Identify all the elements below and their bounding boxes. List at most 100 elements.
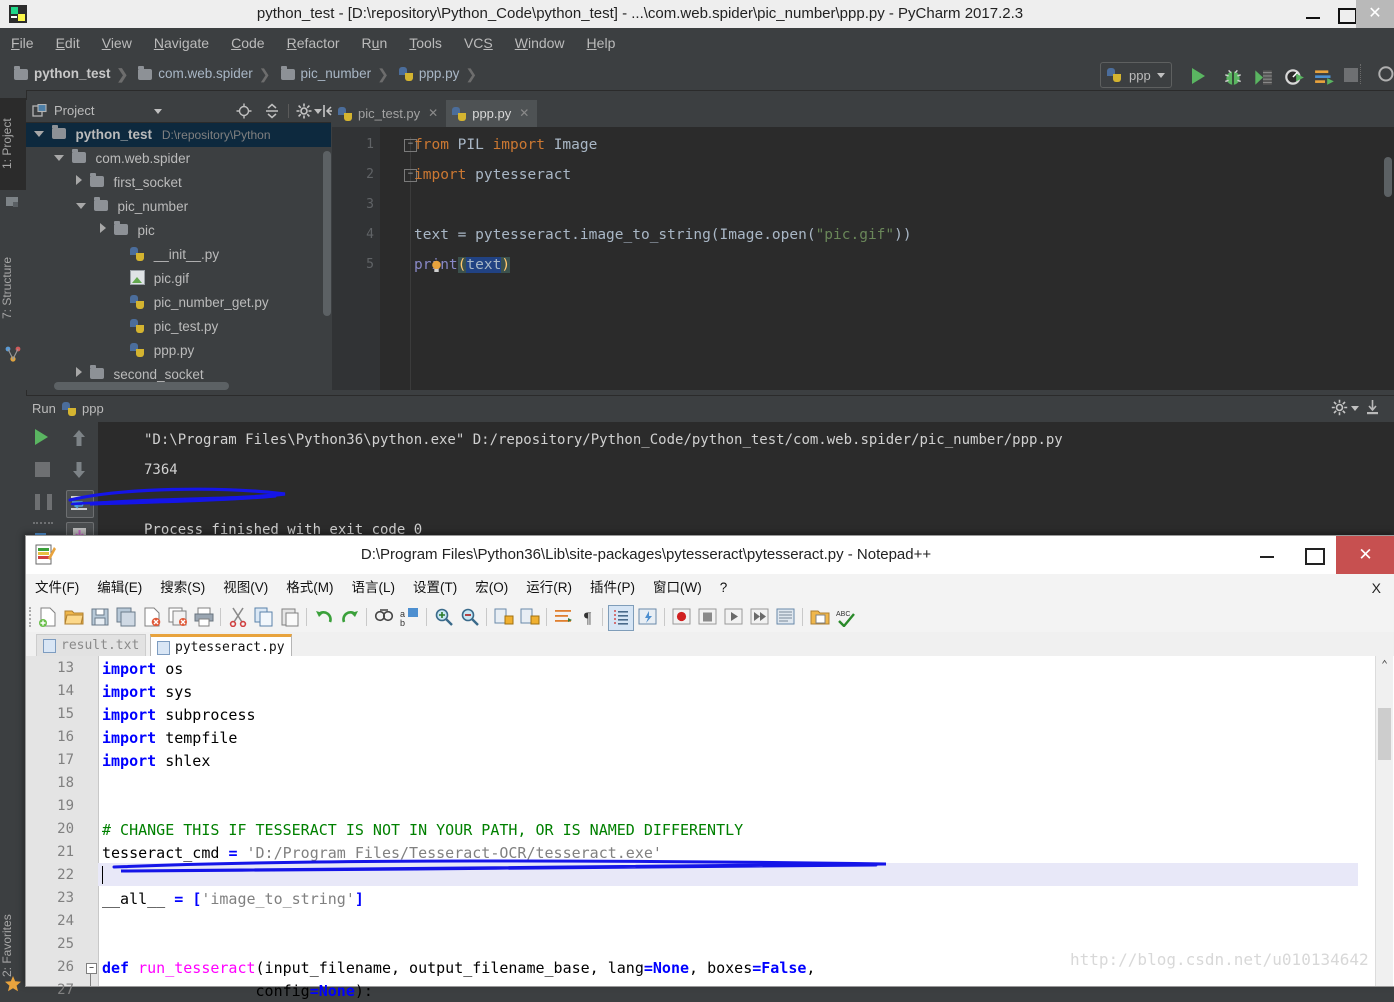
run-button[interactable] [1192,68,1214,90]
notepadpp-close-button[interactable]: ✕ [1336,536,1394,574]
toolbar-grip[interactable] [29,607,35,627]
run-configuration-selector[interactable]: ppp [1100,62,1172,88]
project-vertical-scrollbar[interactable] [323,151,331,316]
save-macro-icon[interactable] [776,607,796,627]
find-icon[interactable] [374,607,394,627]
pause-button[interactable] [35,494,52,513]
chevron-down-icon[interactable] [314,109,322,114]
show-all-chars-icon[interactable]: ¶ [580,607,600,627]
breadcrumb-item-pic_number[interactable]: pic_number ❯ [280,58,399,90]
word-wrap-icon[interactable] [554,607,574,627]
npp-menu-search[interactable]: 搜索(S) [151,574,214,602]
notepadpp-minimize-button[interactable] [1244,536,1290,574]
sync-scroll-h-icon[interactable] [520,607,540,627]
editor-gutter[interactable]: 1 2 3 4 5 [332,127,380,390]
npp-menu-plugins[interactable]: 插件(P) [581,574,644,602]
npp-menu-view[interactable]: 视图(V) [214,574,277,602]
debug-button[interactable] [1222,66,1244,88]
menu-window[interactable]: Window [504,28,576,58]
cut-icon[interactable] [228,607,248,627]
tree-item-pic_number[interactable]: pic_number [26,195,331,219]
npp-menu-edit[interactable]: 编辑(E) [88,574,151,602]
editor-tab-ppp-py[interactable]: ppp.py ✕ [446,100,538,129]
menu-run[interactable]: Run [351,28,399,58]
tree-item-ppp-py[interactable]: ppp.py [26,339,331,363]
locate-icon[interactable] [236,103,252,119]
npp-menu-file[interactable]: 文件(F) [26,574,88,602]
notepadpp-code-area[interactable]: 13 14 15 16 17 18 19 20 21 22 23 24 25 2… [26,656,1394,1000]
tree-item-pic-gif[interactable]: pic.gif [26,267,331,291]
stop-macro-icon[interactable] [698,607,718,627]
up-arrow-icon[interactable] [70,428,88,448]
play-macro-multiple-icon[interactable] [750,607,770,627]
npp-tab-result-txt[interactable]: result.txt [36,634,147,658]
redo-icon[interactable] [340,607,360,627]
npp-menu-run[interactable]: 运行(R) [517,574,581,602]
close-all-files-icon[interactable] [168,607,188,627]
open-folder-as-workspace-icon[interactable] [810,607,830,627]
editor-tab-pic_test-py[interactable]: pic_test.py ✕ [332,100,446,127]
menu-vcs[interactable]: VCS [453,28,504,58]
intention-bulb-icon[interactable] [431,260,442,273]
npp-menu-settings[interactable]: 设置(T) [404,574,466,602]
tree-item-init-py[interactable]: __init__.py [26,243,331,267]
menu-view[interactable]: View [91,28,143,58]
play-macro-icon[interactable] [724,607,744,627]
breadcrumb-item-com-web-spider[interactable]: com.web.spider ❯ [138,58,280,90]
close-icon[interactable]: ✕ [519,100,529,127]
close-icon[interactable]: ✕ [428,100,438,127]
scrollbar-thumb[interactable] [1378,708,1391,760]
npp-menu-language[interactable]: 语言(L) [343,574,405,602]
npp-menu-help[interactable]: ? [711,574,737,602]
notepadpp-maximize-button[interactable] [1290,536,1336,574]
user-defined-dialog-icon[interactable] [638,607,658,627]
export-icon[interactable] [1364,399,1381,416]
profile-button[interactable] [1283,66,1305,88]
close-document-button[interactable]: X [1372,574,1381,602]
chevron-right-icon[interactable] [76,367,82,377]
coverage-button[interactable] [1252,66,1274,88]
save-all-icon[interactable] [116,607,136,627]
search-everywhere-icon[interactable] [1376,64,1394,86]
replace-icon[interactable]: a b [400,607,420,627]
gear-icon[interactable] [296,103,312,119]
project-tree[interactable]: python_test D:\repository\Python com.web… [26,123,331,390]
chevron-right-icon[interactable] [76,175,82,185]
chevron-down-icon[interactable] [76,203,86,209]
breadcrumb-item-python_test[interactable]: python_test ❯ [0,58,138,90]
undo-icon[interactable] [314,607,334,627]
pycharm-close-button[interactable]: ✕ [1356,0,1394,28]
open-file-icon[interactable] [64,607,84,627]
gear-icon[interactable] [1331,399,1348,416]
breadcrumb-item-ppp-py[interactable]: ppp.py ❯ [398,58,487,90]
down-arrow-icon[interactable] [70,460,88,480]
paste-icon[interactable] [280,607,300,627]
indent-guide-button[interactable] [608,605,634,631]
save-icon[interactable] [90,607,110,627]
menu-edit[interactable]: Edit [45,28,91,58]
tree-item-pic_test-py[interactable]: pic_test.py [26,315,331,339]
rerun-button[interactable] [35,429,48,445]
stop-button[interactable] [35,462,50,477]
close-file-icon[interactable] [142,607,162,627]
menu-navigate[interactable]: Navigate [143,28,220,58]
menu-refactor[interactable]: Refactor [276,28,351,58]
copy-icon[interactable] [254,607,274,627]
chevron-down-icon[interactable] [34,131,44,137]
stop-button[interactable] [1344,68,1366,90]
menu-help[interactable]: Help [576,28,627,58]
fold-collapse-icon[interactable]: − [86,963,97,974]
npp-menu-macro[interactable]: 宏(O) [466,574,517,602]
menu-file[interactable]: File [0,28,45,58]
chevron-down-icon[interactable] [54,155,64,161]
npp-menu-window[interactable]: 窗口(W) [644,574,711,602]
chevron-down-icon[interactable] [154,109,162,114]
soft-wrap-button[interactable] [66,490,94,518]
collapse-all-icon[interactable] [264,103,280,119]
tree-item-com-web-spider[interactable]: com.web.spider [26,147,331,171]
attach-to-process-button[interactable] [1314,66,1336,88]
spell-check-icon[interactable]: ABC [836,607,856,627]
code-editor[interactable]: 1 2 3 4 5 − − from PIL import Image impo… [332,127,1394,390]
chevron-right-icon[interactable] [100,223,106,233]
menu-code[interactable]: Code [220,28,275,58]
